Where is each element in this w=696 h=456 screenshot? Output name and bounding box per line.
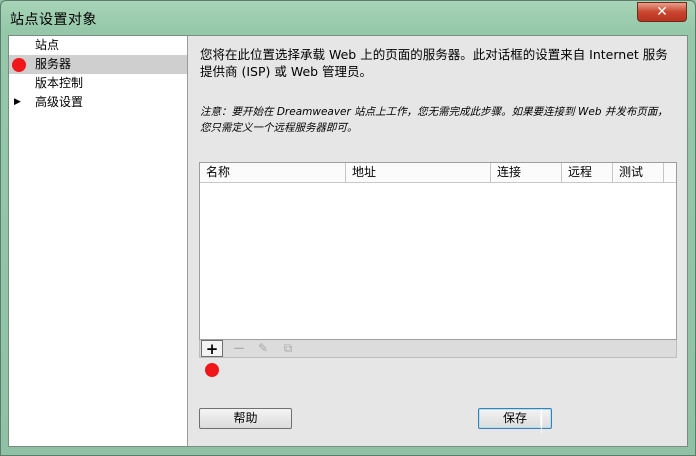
- sidebar-item-advanced-settings[interactable]: ▶ 高级设置: [9, 93, 187, 112]
- column-header-test[interactable]: 测试: [613, 163, 664, 182]
- table-header: 名称 地址 连接 远程 测试: [200, 163, 676, 183]
- duplicate-icon: ⧉: [283, 341, 293, 355]
- minus-icon: −: [232, 339, 246, 357]
- add-server-button[interactable]: +: [201, 340, 223, 357]
- server-table-toolbar: + − ✎ ⧉: [199, 340, 677, 358]
- sidebar-item-label: 服务器: [35, 57, 72, 71]
- cursor-artifact-icon: ╷ ┃ ╵: [538, 403, 545, 440]
- duplicate-server-button[interactable]: ⧉: [277, 340, 299, 357]
- edit-server-button[interactable]: ✎: [252, 340, 274, 357]
- sidebar-item-version-control[interactable]: 版本控制: [9, 74, 187, 93]
- server-table[interactable]: 名称 地址 连接 远程 测试: [199, 162, 677, 340]
- pencil-icon: ✎: [257, 341, 269, 355]
- sidebar-item-label: 版本控制: [35, 76, 84, 90]
- annotation-marker-dot: [12, 58, 26, 72]
- panel-description: 您将在此位置选择承载 Web 上的页面的服务器。此对话框的设置来自 Intern…: [200, 47, 668, 79]
- site-setup-dialog: 站点设置对象 ✕ 站点 服务器 版本控制 ▶ 高级设置 您将在此位置选择承载 W…: [0, 0, 696, 456]
- title-bar[interactable]: 站点设置对象 ✕: [1, 1, 695, 35]
- help-button[interactable]: 帮助: [199, 408, 292, 429]
- servers-panel: 您将在此位置选择承载 Web 上的页面的服务器。此对话框的设置来自 Intern…: [188, 36, 687, 446]
- column-header-connection[interactable]: 连接: [491, 163, 562, 182]
- remove-server-button[interactable]: −: [228, 340, 250, 357]
- column-header-address[interactable]: 地址: [346, 163, 491, 182]
- annotation-marker-dot: [205, 363, 219, 377]
- close-button[interactable]: ✕: [637, 2, 687, 22]
- category-sidebar: 站点 服务器 版本控制 ▶ 高级设置: [9, 36, 188, 446]
- plus-icon: +: [205, 340, 219, 358]
- sidebar-item-servers[interactable]: 服务器: [9, 55, 187, 74]
- dialog-body: 站点 服务器 版本控制 ▶ 高级设置 您将在此位置选择承载 Web 上的页面的服…: [8, 35, 688, 447]
- close-icon: ✕: [656, 4, 668, 20]
- column-header-remote[interactable]: 远程: [562, 163, 613, 182]
- panel-note: 注意：要开始在 Dreamweaver 站点上工作，您无需完成此步骤。如果要连接…: [200, 106, 668, 134]
- sidebar-item-site[interactable]: 站点: [9, 36, 187, 55]
- expand-arrow-icon[interactable]: ▶: [14, 93, 21, 112]
- column-header-name[interactable]: 名称: [200, 163, 346, 182]
- sidebar-item-label: 高级设置: [35, 95, 84, 109]
- sidebar-item-label: 站点: [35, 38, 60, 52]
- window-title: 站点设置对象: [10, 12, 97, 28]
